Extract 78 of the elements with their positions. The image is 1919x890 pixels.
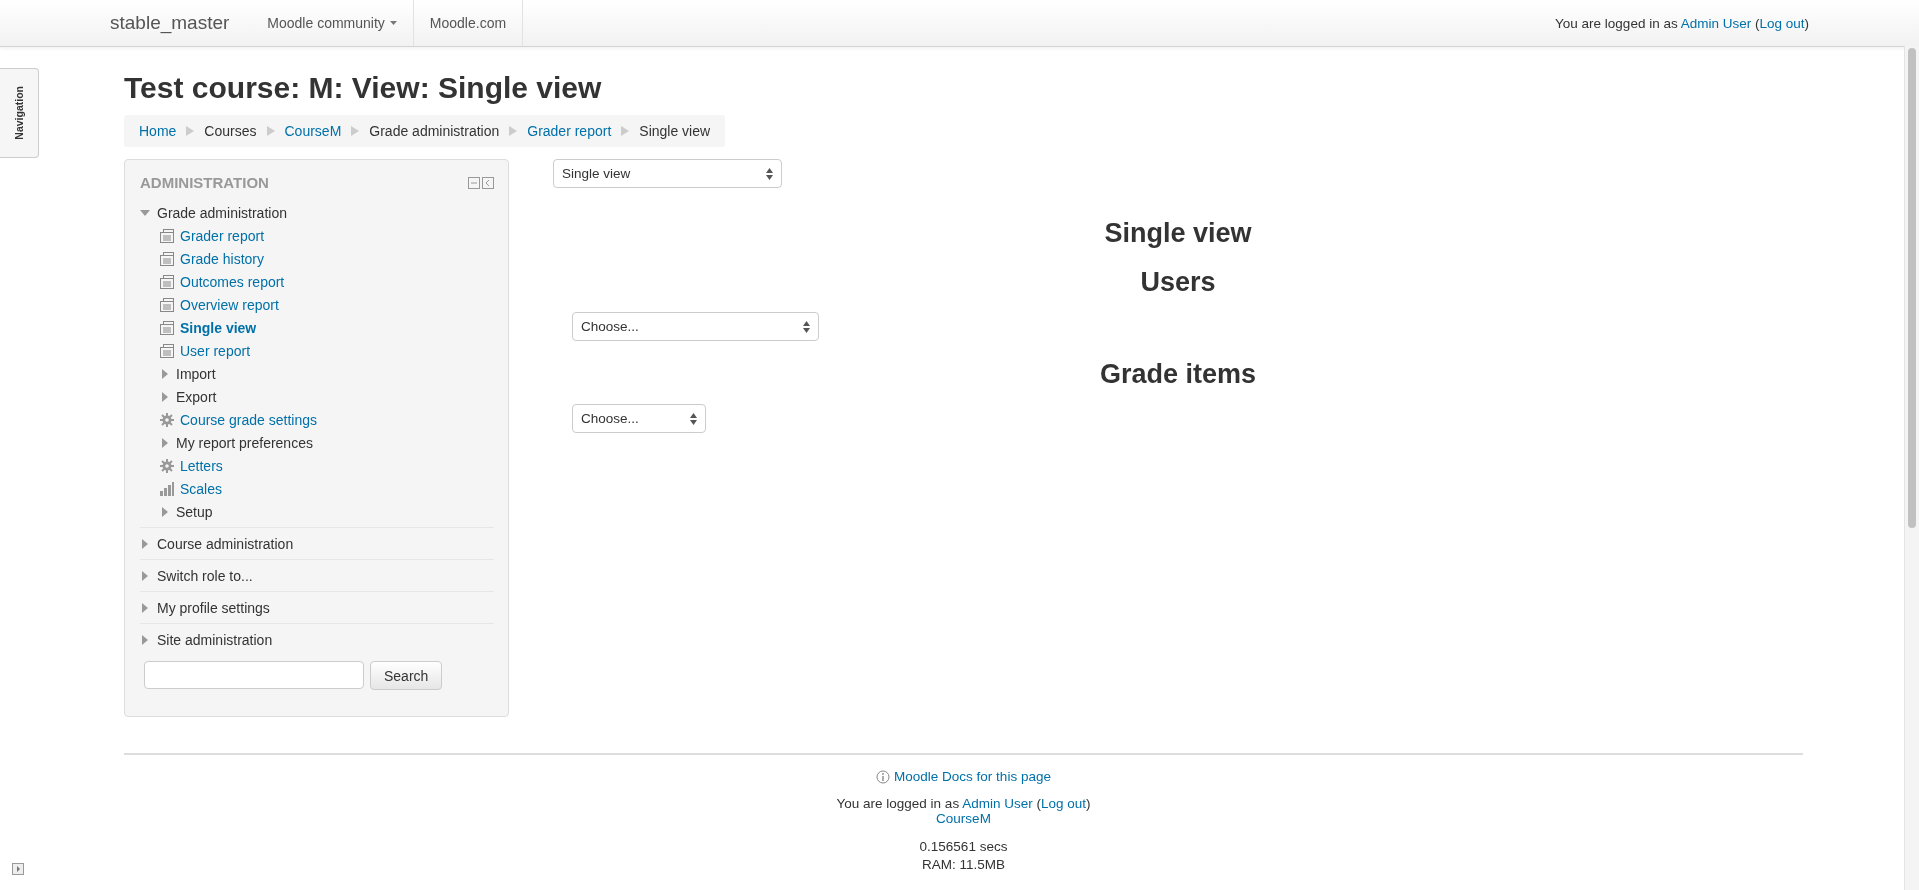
info-icon [876, 769, 891, 784]
choose-select[interactable]: Choose... [572, 404, 706, 433]
report-icon [160, 297, 174, 312]
tree-item[interactable]: Course grade settings [140, 408, 494, 431]
navigation-tab[interactable]: Navigation [0, 68, 39, 158]
tree-item[interactable]: Export [140, 385, 494, 408]
ram-text: RAM: 11.5MB [922, 856, 1005, 874]
select-arrows-icon [690, 412, 697, 425]
report-icon [160, 228, 174, 243]
report-icon [160, 320, 174, 335]
expand-arrow-icon [160, 506, 170, 517]
tree-section[interactable]: My profile settings [157, 599, 270, 616]
report-icon [160, 251, 174, 266]
user-link[interactable]: Admin User [1680, 15, 1752, 31]
separator-arrow-icon [509, 126, 518, 136]
gear-icon [160, 458, 174, 473]
report-icon [160, 274, 174, 289]
block-title: ADMINISTRATION [140, 174, 269, 191]
dock-icon[interactable] [12, 863, 24, 875]
expand-arrow-icon [160, 437, 170, 448]
bar-chart-icon [160, 481, 174, 496]
user-link[interactable]: Admin User [962, 796, 1033, 811]
expand-arrow-icon [160, 368, 170, 379]
nav-menu-item[interactable]: Moodle.com [413, 0, 524, 46]
expand-arrow-icon [160, 391, 170, 402]
login-info: You are logged in as Admin User (Log out) [836, 796, 1091, 811]
tree-item[interactable]: Setup [140, 500, 494, 523]
expand-arrow-icon [140, 570, 150, 581]
collapse-arrow-icon [140, 207, 150, 218]
search-field[interactable] [144, 661, 364, 689]
breadcrumb-link[interactable]: Grader report [527, 123, 612, 139]
tree-item[interactable]: Grader report [140, 224, 494, 247]
scrollbar[interactable] [1904, 46, 1919, 890]
docs-link[interactable]: Moodle Docs for this page [894, 769, 1051, 784]
page-title: Test course: M: View: Single view [124, 71, 603, 105]
report-icon [160, 343, 174, 358]
tree-item[interactable]: Outcomes report [140, 270, 494, 293]
login-info: You are logged in as Admin User (Log out) [1555, 15, 1809, 31]
tree-item[interactable]: My report preferences [140, 431, 494, 454]
separator-arrow-icon [266, 126, 275, 136]
breadcrumb-text: Courses [204, 123, 257, 139]
logout-link[interactable]: Log out [1040, 796, 1086, 811]
expand-arrow-icon [140, 602, 150, 613]
tree-section[interactable]: Switch role to... [157, 567, 253, 584]
view-select[interactable]: Single view [553, 159, 782, 188]
gear-icon [160, 412, 174, 427]
breadcrumb-text: Single view [639, 123, 711, 139]
nav-menu-item[interactable]: Moodle community [251, 0, 414, 46]
section-heading: Grade items [1098, 359, 1258, 390]
tree-item[interactable]: Grade history [140, 247, 494, 270]
block-controls-icon[interactable] [468, 176, 494, 189]
tree-item[interactable]: Overview report [140, 293, 494, 316]
expand-arrow-icon [140, 538, 150, 549]
separator-arrow-icon [351, 126, 360, 136]
tree-item[interactable]: Single view [140, 316, 494, 339]
timing-text: 0.156561 secs [919, 838, 1008, 856]
search-button[interactable]: Search [370, 661, 443, 690]
logout-link[interactable]: Log out [1759, 15, 1805, 31]
tree-item[interactable]: Import [140, 362, 494, 385]
section-heading: Single view [1103, 218, 1253, 249]
course-link[interactable]: CourseM [936, 811, 991, 826]
tree-item[interactable]: User report [140, 339, 494, 362]
separator-arrow-icon [186, 126, 195, 136]
tree-section[interactable]: Course administration [157, 535, 294, 552]
select-arrows-icon [803, 320, 810, 333]
section-heading: Users [1139, 267, 1217, 298]
breadcrumb-text: Grade administration [369, 123, 500, 139]
tree-item[interactable]: Scales [140, 477, 494, 500]
breadcrumb-link[interactable]: CourseM [284, 123, 342, 139]
site-name[interactable]: stable_master [110, 12, 230, 34]
tree-section[interactable]: Site administration [157, 631, 273, 648]
select-arrows-icon [766, 167, 773, 180]
separator-arrow-icon [621, 126, 630, 136]
choose-select[interactable]: Choose... [572, 312, 819, 341]
tree-item[interactable]: Letters [140, 454, 494, 477]
breadcrumb-link[interactable]: Home [139, 123, 177, 139]
tree-section[interactable]: Grade administration [157, 204, 287, 221]
expand-arrow-icon [140, 634, 150, 645]
